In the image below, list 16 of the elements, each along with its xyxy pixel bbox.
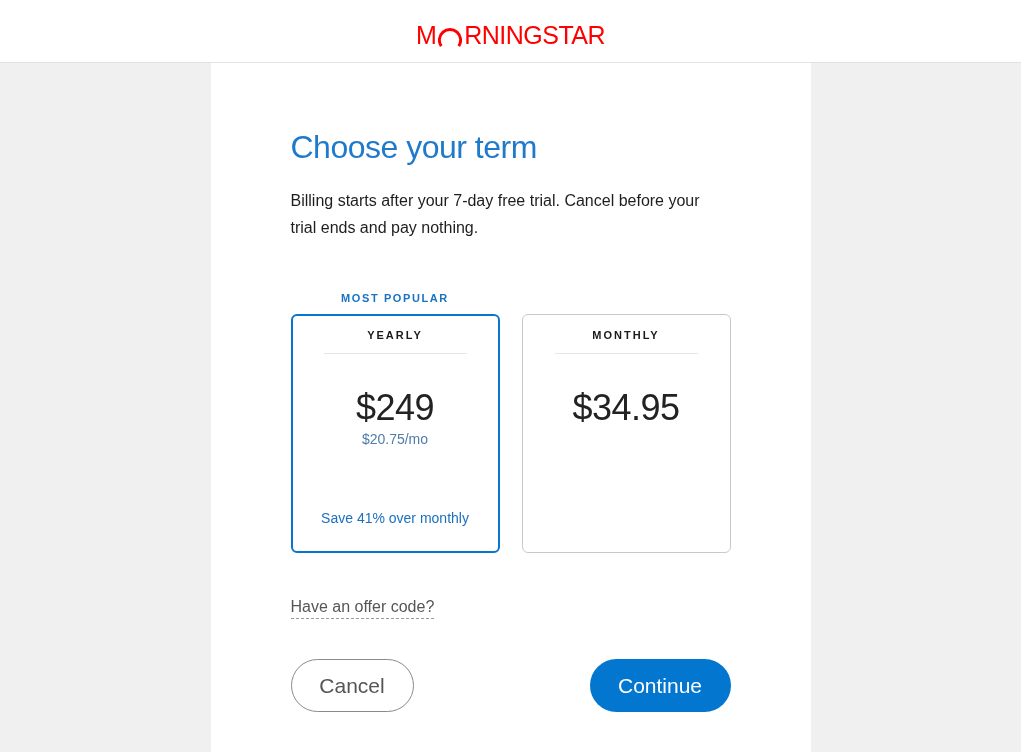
plan-price: $249 bbox=[355, 386, 435, 430]
monthly-equivalent: $20.75/mo bbox=[361, 430, 429, 448]
cancel-button[interactable]: Cancel bbox=[290, 659, 414, 712]
plan-name: YEARLY bbox=[367, 328, 423, 342]
popular-label: MOST POPULAR bbox=[341, 291, 449, 306]
savings-note: Save 41% over monthly bbox=[321, 509, 469, 528]
plan-name: MONTHLY bbox=[592, 328, 660, 342]
plan-card[interactable]: YEARLY $249 $20.75/mo Save 41% over monthly bbox=[290, 314, 500, 553]
continue-button[interactable]: Continue bbox=[589, 659, 731, 712]
plan-price: $34.95 bbox=[572, 386, 680, 430]
logo-text: M bbox=[415, 22, 437, 48]
page-title: Choose your term bbox=[290, 128, 538, 167]
plan-card[interactable]: MONTHLY $34.95 bbox=[521, 314, 731, 553]
logo-text: RNINGSTAR bbox=[464, 22, 606, 48]
billing-description: Billing starts after your 7-day free trial. Cancel before your trial ends and pay nothing. bbox=[290, 191, 701, 238]
offer-code-link[interactable]: Have an offer code? bbox=[290, 596, 435, 619]
